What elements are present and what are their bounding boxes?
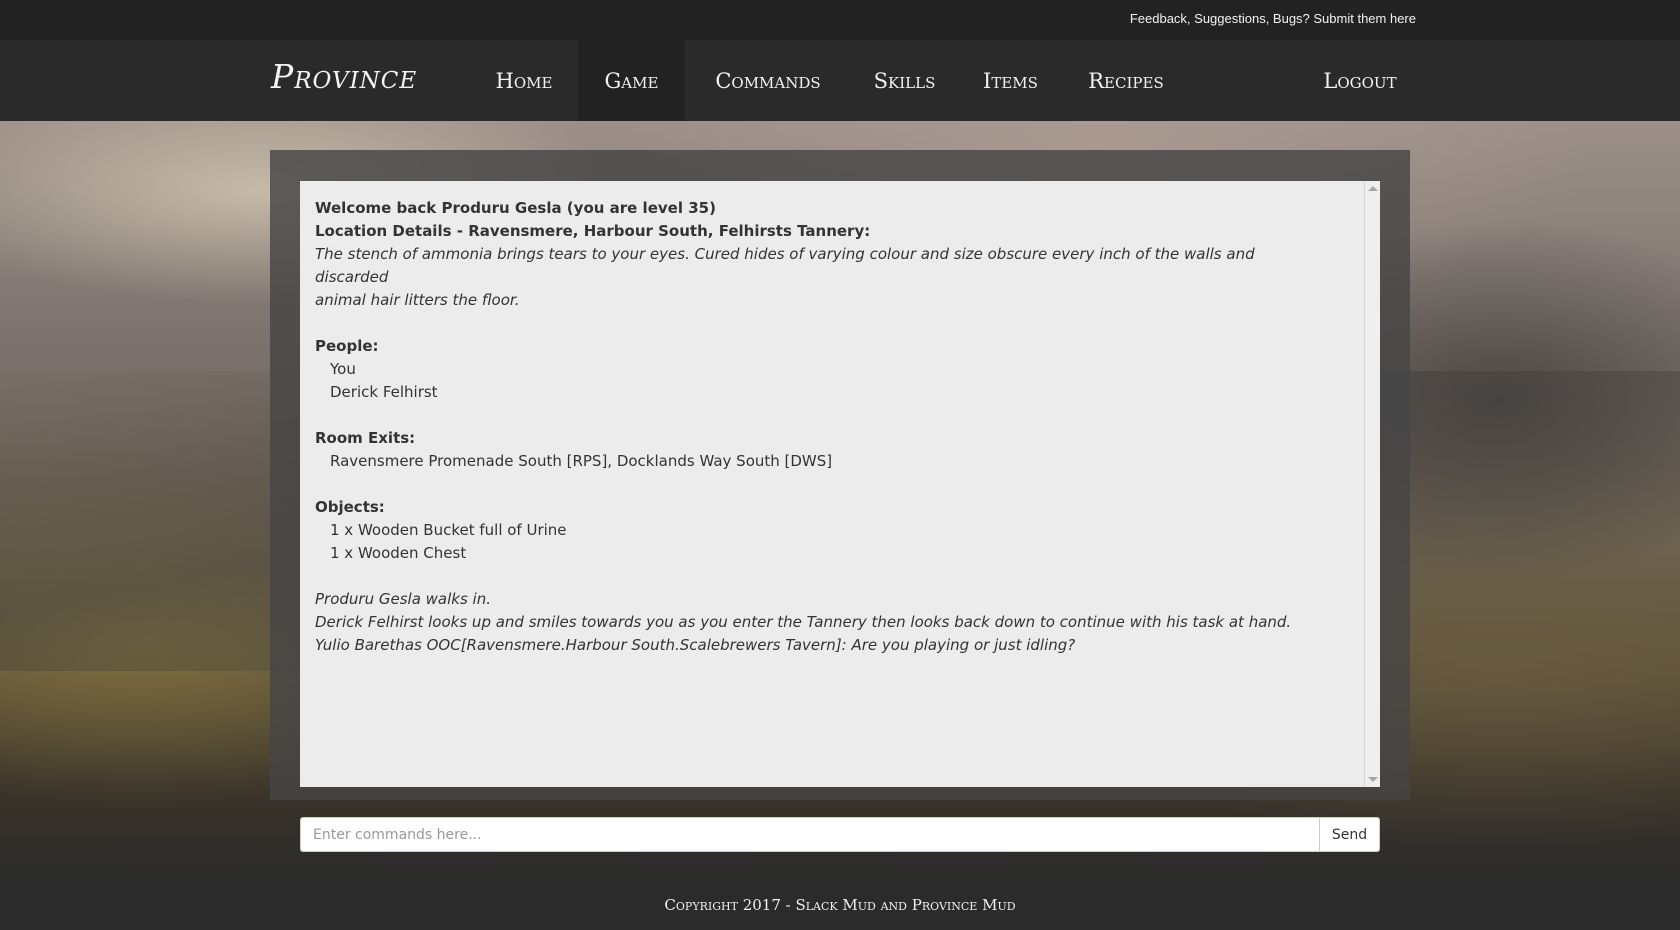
footer: Copyright 2017 - Slack Mud and Province …: [0, 880, 1680, 930]
top-bar: Feedback, Suggestions, Bugs? Submit them…: [0, 0, 1680, 40]
scroll-up-icon[interactable]: [1368, 186, 1378, 191]
person-item: Derick Felhirst: [330, 383, 438, 401]
room-description-cont: animal hair litters the floor.: [315, 291, 520, 309]
send-button[interactable]: Send: [1320, 817, 1380, 852]
message-line: Derick Felhirst looks up and smiles towa…: [315, 613, 1292, 631]
nav-game[interactable]: Game: [578, 40, 685, 121]
exits-heading: Room Exits:: [315, 429, 416, 447]
navbar: Province Home Game Commands Skills Items…: [0, 40, 1680, 121]
copyright-text: Copyright 2017 - Slack Mud and Province …: [664, 896, 1016, 914]
objects-heading: Objects:: [315, 498, 385, 516]
object-item: 1 x Wooden Bucket full of Urine: [330, 521, 567, 539]
output-scrollbar[interactable]: [1364, 181, 1380, 787]
room-description: The stench of ammonia brings tears to yo…: [315, 245, 1255, 286]
scroll-down-icon[interactable]: [1368, 777, 1378, 782]
nav-commands[interactable]: Commands: [685, 40, 851, 121]
nav-skills[interactable]: Skills: [851, 40, 958, 121]
message-line: Yulio Barethas OOC[Ravensmere.Harbour So…: [315, 636, 1076, 654]
object-item: 1 x Wooden Chest: [330, 544, 467, 562]
brand-logo[interactable]: Province: [271, 57, 417, 96]
people-heading: People:: [315, 337, 379, 355]
location-line: Location Details - Ravensmere, Harbour S…: [315, 222, 871, 240]
welcome-line: Welcome back Produru Gesla (you are leve…: [315, 199, 716, 217]
nav-items[interactable]: Items: [958, 40, 1063, 121]
feedback-link[interactable]: Feedback, Suggestions, Bugs? Submit them…: [1130, 11, 1416, 26]
game-output[interactable]: Welcome back Produru Gesla (you are leve…: [300, 181, 1380, 787]
message-line: Produru Gesla walks in.: [315, 590, 491, 608]
nav-logout[interactable]: Logout: [1300, 40, 1420, 121]
room-exits: Ravensmere Promenade South [RPS], Dockla…: [330, 452, 833, 470]
person-item: You: [330, 360, 356, 378]
nav-recipes[interactable]: Recipes: [1063, 40, 1189, 121]
command-input[interactable]: [300, 817, 1320, 852]
nav-home[interactable]: Home: [472, 40, 576, 121]
command-form: Send: [300, 817, 1380, 852]
